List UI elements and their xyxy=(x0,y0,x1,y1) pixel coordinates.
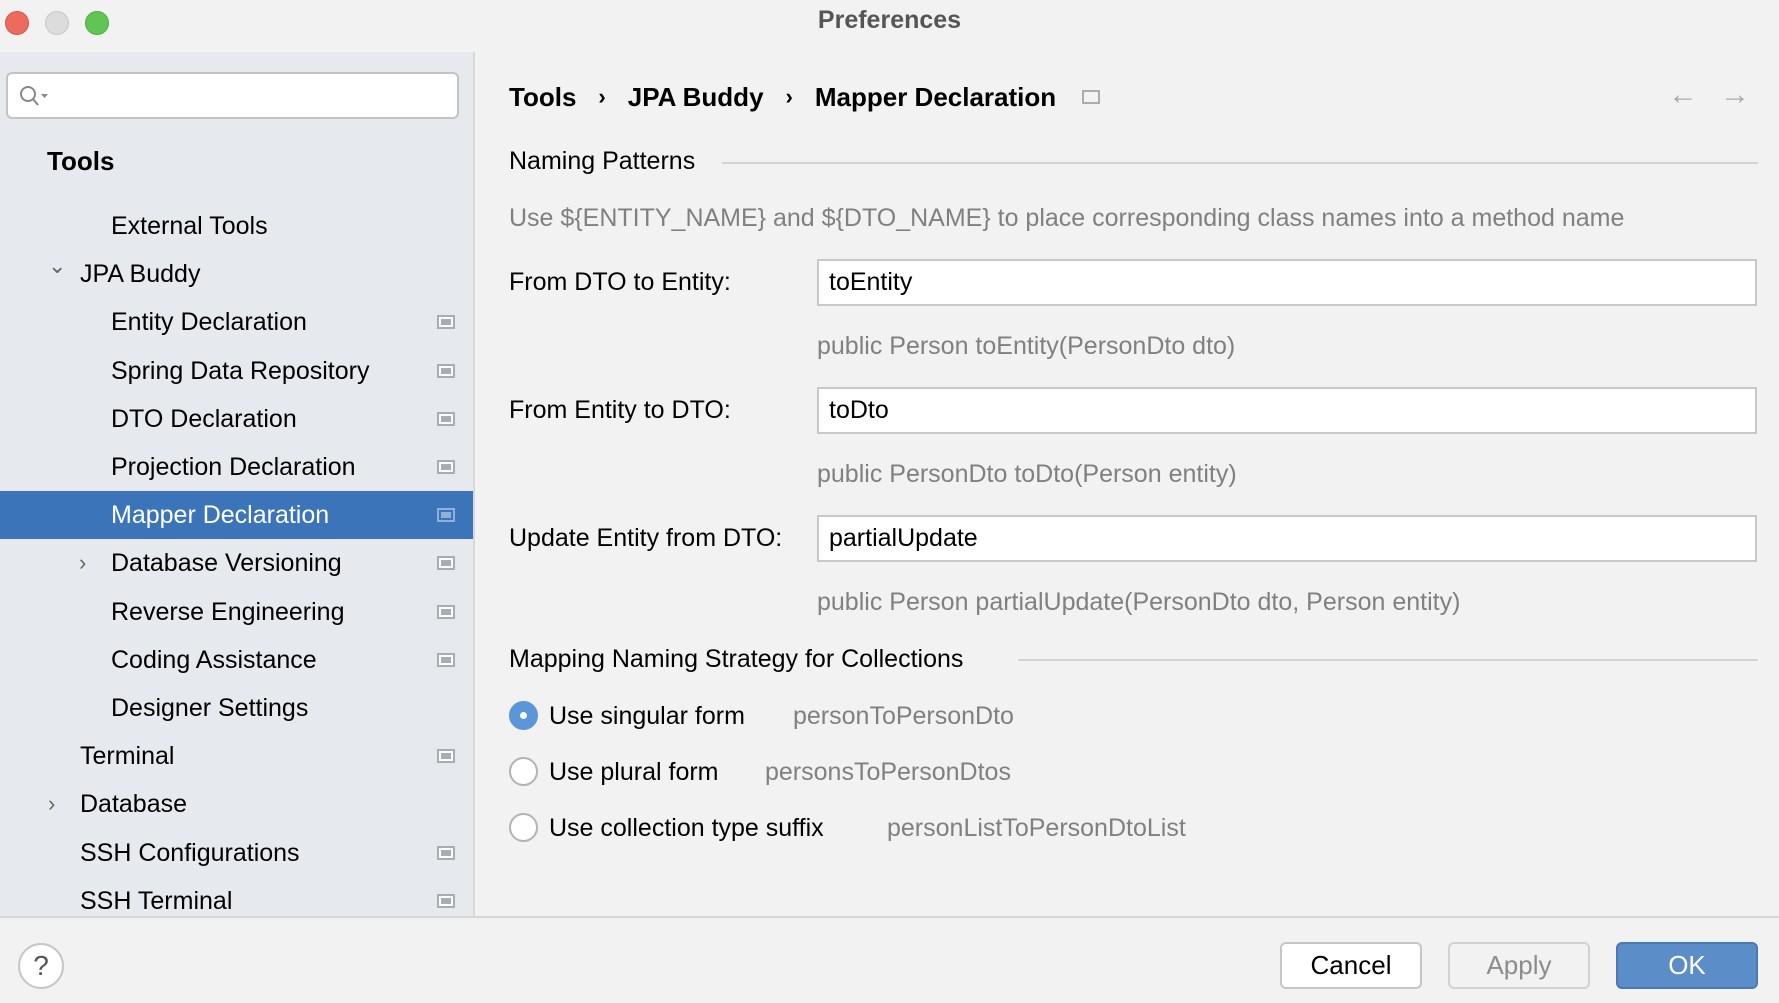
radio-label[interactable]: Use collection type suffix xyxy=(549,814,824,843)
field-label-update-entity: Update Entity from DTO: xyxy=(509,524,782,553)
radio-label[interactable]: Use plural form xyxy=(549,758,719,787)
sidebar-item-external-tools[interactable]: External Tools xyxy=(0,202,473,250)
sidebar-item-label: SSH Terminal xyxy=(80,877,232,916)
breadcrumb-separator-icon: › xyxy=(598,84,605,110)
naming-description: Use ${ENTITY_NAME} and ${DTO_NAME} to pl… xyxy=(509,204,1624,233)
project-page-icon xyxy=(437,556,455,570)
sidebar-item-label: Designer Settings xyxy=(111,684,308,732)
update-entity-hint: public Person partialUpdate(PersonDto dt… xyxy=(817,588,1460,617)
radio-example: personsToPersonDtos xyxy=(765,758,1011,787)
breadcrumb-item: Mapper Declaration xyxy=(815,82,1056,113)
sidebar-item-coding-assistance[interactable]: Coding Assistance xyxy=(0,636,473,684)
sidebar-item-label: Spring Data Repository xyxy=(111,347,369,395)
chevron-right-icon[interactable]: › xyxy=(79,539,86,587)
project-page-icon xyxy=(437,846,455,860)
sidebar-item-reverse-engineering[interactable]: Reverse Engineering xyxy=(0,588,473,636)
dto-to-entity-input[interactable]: toEntity xyxy=(817,259,1757,306)
chevron-right-icon[interactable]: › xyxy=(48,780,55,828)
dialog-button-bar: ? Cancel Apply OK xyxy=(0,916,1779,1003)
sidebar-item-label: Coding Assistance xyxy=(111,636,317,684)
settings-sidebar: External Tools⌄JPA BuddyEntity Declarati… xyxy=(0,52,475,916)
sidebar-item-jpa-buddy[interactable]: ⌄JPA Buddy xyxy=(0,250,473,298)
sidebar-item-dto-declaration[interactable]: DTO Declaration xyxy=(0,395,473,443)
help-button[interactable]: ? xyxy=(18,943,64,989)
project-page-icon xyxy=(437,460,455,474)
sidebar-item-database[interactable]: › Database xyxy=(0,780,473,828)
breadcrumb-item[interactable]: Tools xyxy=(509,82,576,113)
radio-use-singular-form[interactable] xyxy=(509,701,538,730)
project-page-icon xyxy=(437,653,455,667)
section-title-collections: Mapping Naming Strategy for Collections xyxy=(509,645,963,674)
sidebar-item-spring-data-repository[interactable]: Spring Data Repository xyxy=(0,347,473,395)
radio-use-collection-type-suffix[interactable] xyxy=(509,813,538,842)
radio-label[interactable]: Use singular form xyxy=(549,702,745,731)
sidebar-item-label: Database xyxy=(80,780,187,828)
project-page-icon xyxy=(1082,90,1100,104)
sidebar-item-designer-settings[interactable]: Designer Settings xyxy=(0,684,473,732)
chevron-down-icon[interactable]: ⌄ xyxy=(48,242,66,290)
entity-to-dto-input[interactable]: toDto xyxy=(817,387,1757,434)
sidebar-item-label: JPA Buddy xyxy=(80,250,200,298)
breadcrumb-separator-icon: › xyxy=(786,84,793,110)
update-entity-input[interactable]: partialUpdate xyxy=(817,515,1757,562)
project-page-icon xyxy=(437,894,455,908)
sidebar-item-entity-declaration[interactable]: Entity Declaration xyxy=(0,298,473,346)
sidebar-item-projection-declaration[interactable]: Projection Declaration xyxy=(0,443,473,491)
radio-use-plural-form[interactable] xyxy=(509,757,538,786)
settings-search-input[interactable] xyxy=(6,72,459,119)
title-bar: Preferences xyxy=(0,0,1779,52)
forward-arrow-icon[interactable]: → xyxy=(1720,78,1750,112)
dto-to-entity-hint: public Person toEntity(PersonDto dto) xyxy=(817,332,1235,361)
radio-example: personToPersonDto xyxy=(793,702,1014,731)
breadcrumb: Tools › JPA Buddy › Mapper Declaration xyxy=(509,80,1100,114)
sidebar-item-mapper-declaration[interactable]: Mapper Declaration xyxy=(0,491,473,539)
apply-button[interactable]: Apply xyxy=(1448,942,1590,989)
sidebar-item-label: Reverse Engineering xyxy=(111,588,344,636)
sticky-header: Tools xyxy=(0,132,473,190)
field-label-entity-to-dto: From Entity to DTO: xyxy=(509,396,731,425)
sidebar-item-label: DTO Declaration xyxy=(111,395,297,443)
radio-example: personListToPersonDtoList xyxy=(887,814,1186,843)
project-page-icon xyxy=(437,412,455,426)
section-separator xyxy=(722,162,1758,164)
project-page-icon xyxy=(437,315,455,329)
cancel-button[interactable]: Cancel xyxy=(1280,942,1422,989)
section-title-naming-patterns: Naming Patterns xyxy=(509,147,695,176)
project-page-icon xyxy=(437,605,455,619)
project-page-icon xyxy=(437,508,455,522)
sidebar-item-label: Mapper Declaration xyxy=(111,491,329,539)
entity-to-dto-hint: public PersonDto toDto(Person entity) xyxy=(817,460,1237,489)
sidebar-item-database-versioning[interactable]: › Database Versioning xyxy=(0,539,473,587)
sidebar-item-label: Database Versioning xyxy=(111,539,342,587)
sidebar-item-label: SSH Configurations xyxy=(80,829,300,877)
sidebar-item-ssh-terminal[interactable]: SSH Terminal xyxy=(0,877,473,916)
project-page-icon xyxy=(437,749,455,763)
search-icon xyxy=(18,84,50,108)
tree-header-tools: Tools xyxy=(47,146,114,177)
section-separator xyxy=(1018,659,1758,661)
field-label-dto-to-entity: From DTO to Entity: xyxy=(509,268,731,297)
sidebar-item-label: Entity Declaration xyxy=(111,298,307,346)
breadcrumb-item[interactable]: JPA Buddy xyxy=(628,82,764,113)
sidebar-item-label: Terminal xyxy=(80,732,174,780)
sidebar-item-label: External Tools xyxy=(111,202,268,250)
back-arrow-icon[interactable]: ← xyxy=(1668,78,1698,112)
window-title: Preferences xyxy=(0,6,1779,35)
project-page-icon xyxy=(437,364,455,378)
ok-button[interactable]: OK xyxy=(1616,942,1758,989)
sidebar-item-ssh-configurations[interactable]: SSH Configurations xyxy=(0,829,473,877)
sidebar-item-label: Projection Declaration xyxy=(111,443,356,491)
sidebar-item-terminal[interactable]: Terminal xyxy=(0,732,473,780)
